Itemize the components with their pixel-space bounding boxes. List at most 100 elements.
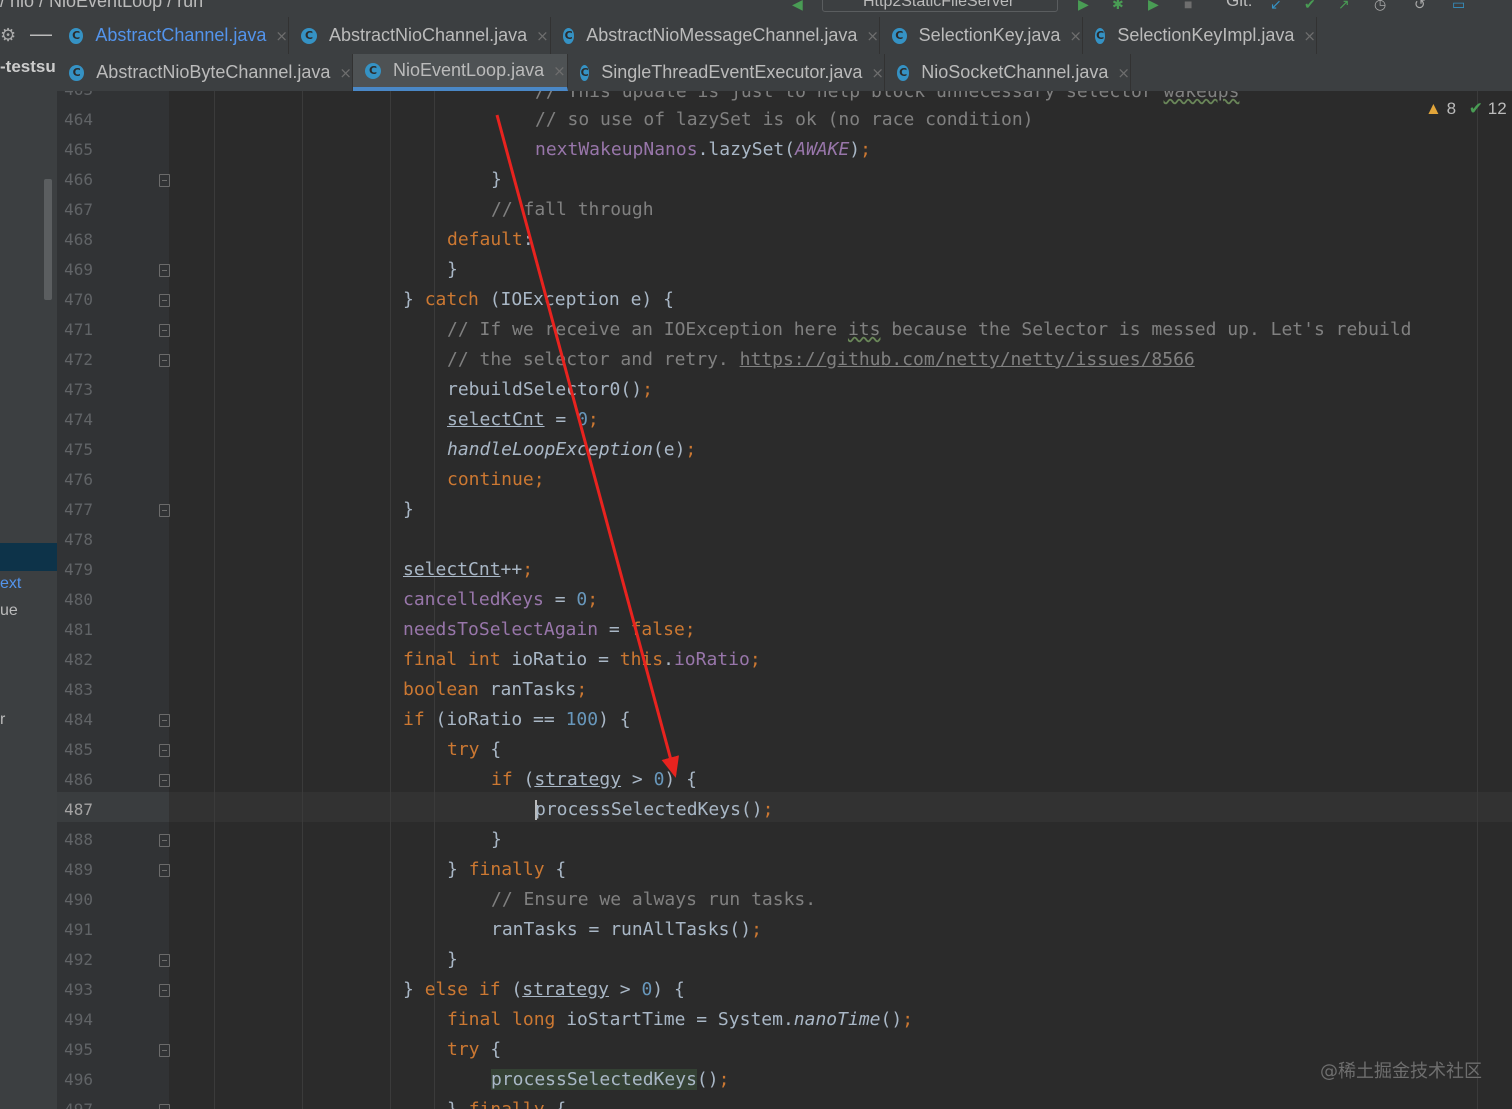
history-icon[interactable]: ◷: [1374, 0, 1386, 13]
line-number[interactable]: 466: [57, 165, 93, 195]
git-commit-icon[interactable]: ✔: [1304, 0, 1316, 13]
fold-marker-icon[interactable]: [159, 864, 170, 877]
warning-count: 8: [1446, 99, 1457, 118]
gear-icon[interactable]: ⚙: [0, 25, 16, 46]
line-number[interactable]: 474: [57, 405, 93, 435]
tree-item-fragment[interactable]: ue: [0, 602, 18, 620]
window-icon[interactable]: ▭: [1452, 0, 1465, 13]
line-number[interactable]: 476: [57, 465, 93, 495]
line-number[interactable]: 483: [57, 675, 93, 705]
line-number[interactable]: 469: [57, 255, 93, 285]
line-number[interactable]: 478: [57, 525, 93, 555]
fold-marker-icon[interactable]: [159, 354, 170, 367]
line-number[interactable]: 496: [57, 1065, 93, 1095]
line-number[interactable]: 487: [57, 795, 93, 825]
tab-selection-key[interactable]: C SelectionKey.java ×: [880, 17, 1083, 54]
close-icon[interactable]: ×: [553, 62, 566, 80]
minimize-icon[interactable]: —: [30, 21, 52, 47]
close-icon[interactable]: ×: [871, 64, 884, 82]
line-number[interactable]: 475: [57, 435, 93, 465]
fold-marker-icon[interactable]: [159, 774, 170, 787]
tab-abstract-nio-byte-channel[interactable]: C AbstractNioByteChannel.java ×: [57, 54, 353, 91]
tab-selection-key-impl[interactable]: C SelectionKeyImpl.java ×: [1083, 17, 1317, 54]
run-configuration-select[interactable]: Http2StaticFileServer: [822, 0, 1058, 12]
fold-marker-icon[interactable]: [159, 954, 170, 967]
line-number[interactable]: 481: [57, 615, 93, 645]
fold-marker-icon[interactable]: [159, 324, 170, 337]
line-number[interactable]: 488: [57, 825, 93, 855]
tab-nio-event-loop[interactable]: C NioEventLoop.java ×: [353, 54, 568, 91]
run-with-coverage-icon[interactable]: ▶: [1148, 0, 1159, 13]
line-number[interactable]: 480: [57, 585, 93, 615]
line-number[interactable]: 490: [57, 885, 93, 915]
fold-marker-icon[interactable]: [159, 714, 170, 727]
line-number[interactable]: 489: [57, 855, 93, 885]
tab-abstract-nio-channel[interactable]: C AbstractNioChannel.java ×: [289, 17, 551, 54]
code-line: boolean ranTasks;: [403, 679, 588, 700]
close-icon[interactable]: ×: [339, 64, 352, 82]
git-update-icon[interactable]: ↙: [1270, 0, 1282, 13]
fold-marker-icon[interactable]: [159, 264, 170, 277]
line-number[interactable]: 470: [57, 285, 93, 315]
project-panel-scrollbar[interactable]: [44, 179, 52, 300]
editor-scrollbar[interactable]: [1477, 91, 1478, 1109]
line-number[interactable]: 472: [57, 345, 93, 375]
close-icon[interactable]: ×: [275, 27, 288, 45]
code-editor[interactable]: 4634644654664674684694704714724734744754…: [57, 91, 1512, 1109]
line-number[interactable]: 468: [57, 225, 93, 255]
line-number[interactable]: 471: [57, 315, 93, 345]
run-icon[interactable]: ▶: [1078, 0, 1089, 13]
tab-single-thread-event-executor[interactable]: C SingleThreadEventExecutor.java ×: [568, 54, 885, 91]
line-number[interactable]: 485: [57, 735, 93, 765]
close-icon[interactable]: ×: [1117, 64, 1130, 82]
line-number[interactable]: 463: [57, 91, 93, 105]
abstract-class-icon: C: [69, 64, 85, 81]
fold-marker-icon[interactable]: [159, 834, 170, 847]
line-number[interactable]: 497: [57, 1095, 93, 1109]
line-number[interactable]: 486: [57, 765, 93, 795]
fold-marker-icon[interactable]: [159, 294, 170, 307]
project-panel: ⚙ — -testsu ext ue r: [0, 17, 57, 1109]
navigation-breadcrumb[interactable]: / nio / NioEventLoop / run: [0, 0, 203, 12]
debug-icon[interactable]: ✱: [1112, 0, 1124, 13]
tab-nio-socket-channel[interactable]: C NioSocketChannel.java ×: [885, 54, 1131, 91]
git-push-icon[interactable]: ↗: [1338, 0, 1350, 13]
line-number[interactable]: 479: [57, 555, 93, 585]
line-number[interactable]: 495: [57, 1035, 93, 1065]
line-number[interactable]: 494: [57, 1005, 93, 1035]
fold-marker-icon[interactable]: [159, 984, 170, 997]
close-icon[interactable]: ×: [536, 27, 549, 45]
line-number[interactable]: 484: [57, 705, 93, 735]
line-number[interactable]: 493: [57, 975, 93, 1005]
close-icon[interactable]: ×: [866, 27, 879, 45]
close-icon[interactable]: ×: [1303, 27, 1316, 45]
line-number[interactable]: 465: [57, 135, 93, 165]
fold-marker-icon[interactable]: [159, 174, 170, 187]
fold-marker-icon[interactable]: [159, 744, 170, 757]
line-number[interactable]: 464: [57, 105, 93, 135]
tree-item-fragment[interactable]: r: [0, 711, 5, 729]
tree-item-fragment[interactable]: ext: [0, 575, 21, 593]
code-line: handleLoopException(e);: [447, 439, 697, 460]
line-number[interactable]: 492: [57, 945, 93, 975]
code-line: final int ioRatio = this.ioRatio;: [403, 649, 761, 670]
line-number[interactable]: 473: [57, 375, 93, 405]
fold-marker-icon[interactable]: [159, 504, 170, 517]
code-text[interactable]: // This update is just to help block unn…: [170, 91, 1510, 1109]
fold-marker-icon[interactable]: [159, 1104, 170, 1109]
line-number[interactable]: 467: [57, 195, 93, 225]
close-icon[interactable]: ×: [1069, 27, 1082, 45]
line-number[interactable]: 477: [57, 495, 93, 525]
line-number[interactable]: 491: [57, 915, 93, 945]
tab-abstract-nio-message-channel[interactable]: C AbstractNioMessageChannel.java ×: [551, 17, 880, 54]
rollback-icon[interactable]: ↺: [1414, 0, 1426, 13]
tab-abstract-channel[interactable]: C AbstractChannel.java ×: [57, 17, 289, 54]
back-arrow-icon[interactable]: ◀: [792, 0, 803, 13]
project-name[interactable]: -testsu: [0, 57, 56, 77]
github-issue-link[interactable]: https://github.com/netty/netty/issues/85…: [740, 349, 1195, 370]
stop-icon[interactable]: ■: [1184, 0, 1192, 12]
line-number[interactable]: 482: [57, 645, 93, 675]
inspection-widget[interactable]: ▲ 8 ✔ 12: [1425, 99, 1507, 119]
selected-tree-row[interactable]: [0, 543, 57, 571]
fold-marker-icon[interactable]: [159, 1044, 170, 1057]
